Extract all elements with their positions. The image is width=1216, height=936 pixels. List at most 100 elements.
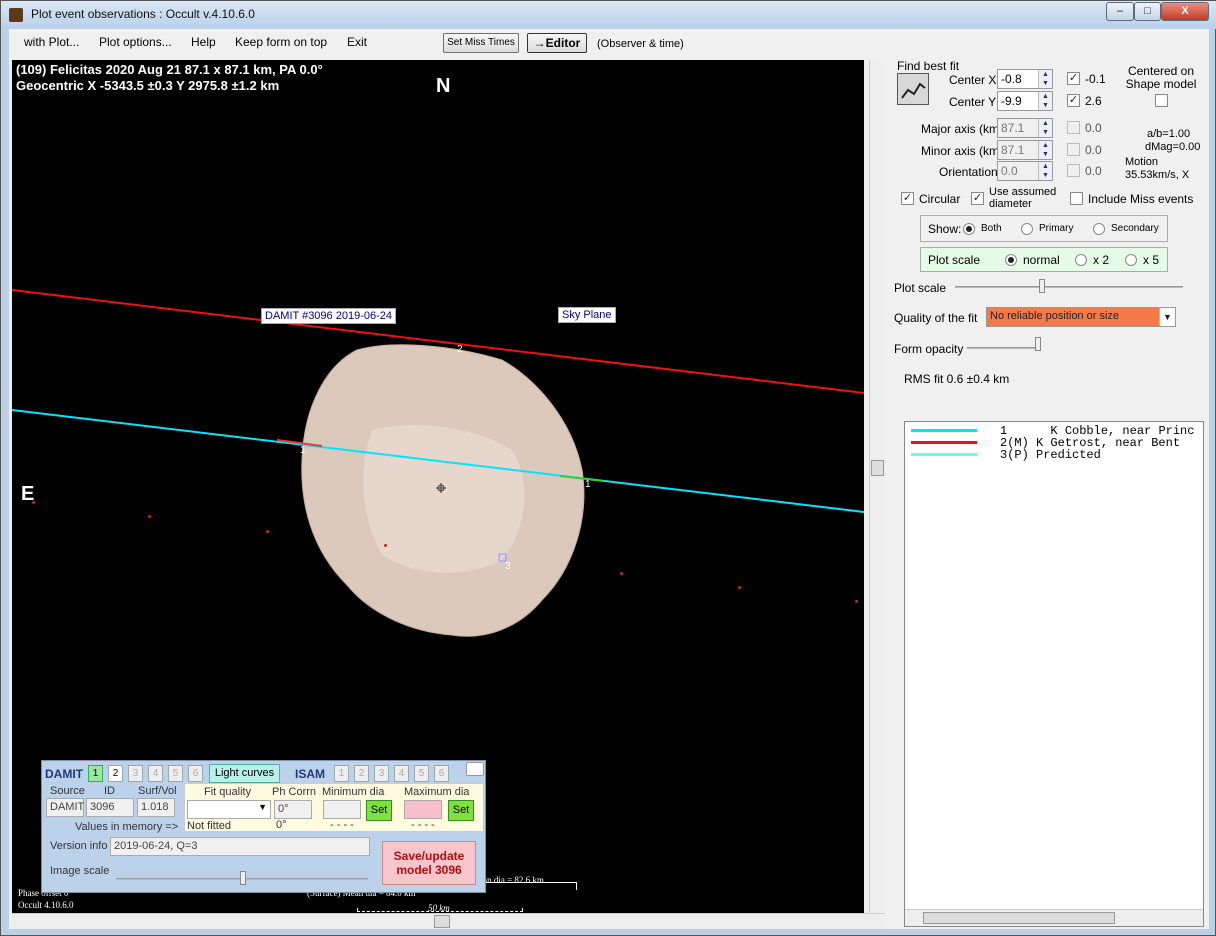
maximize-button[interactable]: □ [1134, 2, 1161, 21]
plot-horizontal-scrollbar[interactable] [12, 913, 885, 929]
spinner-arrows-icon[interactable]: ▲ ▼ [1038, 92, 1052, 110]
menu-keep-on-top[interactable]: Keep form on top [235, 35, 327, 49]
find-best-fit-button[interactable] [897, 73, 929, 105]
version-info-field: 2019-06-24, Q=3 [110, 837, 370, 856]
ph-corrn-label: Ph Corrn [272, 786, 317, 798]
spinner-arrows-icon[interactable]: ▲ ▼ [1038, 70, 1052, 88]
scale-normal-radio[interactable] [1005, 254, 1017, 266]
hscroll-thumb[interactable] [434, 915, 450, 928]
legend-hscroll-thumb[interactable] [923, 912, 1115, 924]
isam-model-4-button[interactable]: 4 [394, 765, 409, 782]
isam-model-1-button[interactable]: 1 [334, 765, 349, 782]
isam-model-3-button[interactable]: 3 [374, 765, 389, 782]
legend-horizontal-scrollbar[interactable] [905, 909, 1203, 926]
center-x-checkbox[interactable]: ✓ [1067, 72, 1080, 85]
vscroll-thumb[interactable] [871, 460, 884, 476]
plot-canvas[interactable]: (109) Felicitas 2020 Aug 21 87.1 x 87.1 … [12, 60, 864, 913]
damit-model-3-button[interactable]: 3 [128, 765, 143, 782]
observer-legend-list[interactable]: 1 K Cobble, near Princ 2(M) K Getrost, n… [904, 421, 1204, 927]
min-dia-field[interactable] [323, 800, 361, 819]
min-dia-set-button[interactable]: Set [366, 800, 392, 821]
show-secondary-radio[interactable] [1093, 223, 1105, 235]
scale-x2-radio[interactable] [1075, 254, 1087, 266]
light-curves-button[interactable]: Light curves [209, 764, 280, 783]
orientation-checkbox[interactable] [1067, 164, 1080, 177]
ph-corrn-memory: 0° [276, 819, 287, 831]
editor-button[interactable]: →Editor [527, 33, 587, 53]
max-dia-memory: - - - - [411, 819, 435, 831]
set-miss-times-button[interactable]: Set Miss Times [443, 33, 519, 53]
motion-value: 35.53km/s, X [1125, 169, 1190, 181]
show-primary-label: Primary [1039, 223, 1074, 234]
major-axis-input[interactable]: 87.1 ▲ ▼ [997, 118, 1053, 138]
orientation-label: Orientation [939, 165, 998, 179]
damit-model-4-button[interactable]: 4 [148, 765, 163, 782]
legend-line-3 [911, 453, 977, 456]
close-button[interactable]: X [1161, 2, 1209, 21]
menu-with-plot[interactable]: with Plot... [24, 35, 79, 49]
minor-axis-checkbox[interactable] [1067, 143, 1080, 156]
plot-vertical-scrollbar[interactable] [869, 60, 885, 913]
miss-point [266, 530, 269, 533]
minor-axis-input[interactable]: 87.1 ▲ ▼ [997, 140, 1053, 160]
orientation-input[interactable]: 0.0 ▲ ▼ [997, 161, 1053, 181]
scale-x5-label: x 5 [1143, 253, 1160, 267]
menu-help[interactable]: Help [191, 35, 216, 49]
circular-checkbox[interactable]: ✓ [901, 192, 914, 205]
center-x-input[interactable]: -0.8 ▲ ▼ [997, 69, 1053, 89]
show-group: Show: Both Primary Secondary [920, 215, 1168, 242]
spinner-arrows-icon[interactable]: ▲ ▼ [1038, 119, 1052, 137]
event-header-line2: Geocentric X -5343.5 ±0.3 Y 2975.8 ±1.2 … [16, 78, 280, 93]
surfvol-label: Surf/Vol [138, 785, 177, 797]
chord-label-1-left: 1 [300, 445, 306, 456]
show-label: Show: [928, 222, 962, 236]
quality-of-fit-dropdown[interactable]: No reliable position or size ▼ [986, 307, 1176, 327]
fit-quality-dropdown[interactable]: ▼ [187, 800, 271, 819]
minimize-button[interactable]: – [1106, 2, 1134, 21]
damit-model-1-button[interactable]: 1 [88, 765, 103, 782]
center-y-checkbox[interactable]: ✓ [1067, 94, 1080, 107]
centered-on-shape-checkbox[interactable] [1155, 94, 1168, 107]
isam-model-5-button[interactable]: 5 [414, 765, 429, 782]
max-dia-set-button[interactable]: Set [448, 800, 474, 821]
damit-model-6-button[interactable]: 6 [188, 765, 203, 782]
major-axis-checkbox[interactable] [1067, 121, 1080, 134]
panel-collapse-button[interactable] [466, 762, 484, 776]
damit-model-label: DAMIT #3096 2019-06-24 [261, 308, 396, 324]
menu-plot-options[interactable]: Plot options... [99, 35, 172, 49]
isam-model-2-button[interactable]: 2 [354, 765, 369, 782]
major-axis-value: 87.1 [1001, 121, 1025, 135]
minor-axis-output: 0.0 [1085, 143, 1102, 157]
show-both-radio[interactable] [963, 223, 975, 235]
damit-model-2-button[interactable]: 2 [108, 765, 123, 782]
ph-corrn-field[interactable]: 0° [274, 800, 312, 819]
shape-model-panel: DAMIT 1 2 3 4 5 6 Light curves ISAM 1 2 … [41, 760, 486, 893]
spinner-arrows-icon[interactable]: ▲ ▼ [1038, 141, 1052, 159]
menu-bar: with Plot... Plot options... Help Keep f… [9, 29, 894, 57]
app-icon [9, 8, 23, 22]
isam-model-6-button[interactable]: 6 [434, 765, 449, 782]
fit-controls-panel: Find best fit Center X -0.8 ▲ ▼ ✓ -0.1 Cen… [889, 57, 1209, 929]
plot-scale-slider[interactable] [1039, 279, 1045, 293]
scale-bar [357, 908, 523, 912]
save-update-model-button[interactable]: Save/update model 3096 [382, 841, 476, 885]
center-y-input[interactable]: -9.9 ▲ ▼ [997, 91, 1053, 111]
center-y-label: Center Y [949, 95, 997, 109]
version-info-label: Version info [50, 840, 108, 852]
image-scale-slider[interactable] [240, 871, 246, 885]
spinner-arrows-icon[interactable]: ▲ ▼ [1038, 162, 1052, 180]
sky-plane-label: Sky Plane [558, 307, 616, 323]
rms-fit-label: RMS fit 0.6 ±0.4 km [904, 372, 1010, 386]
max-dia-field[interactable] [404, 800, 442, 819]
miss-point [855, 600, 858, 603]
source-label: Source [50, 785, 85, 797]
include-miss-checkbox[interactable] [1070, 192, 1083, 205]
fit-quality-label: Fit quality [204, 786, 252, 798]
use-assumed-checkbox[interactable]: ✓ [971, 192, 984, 205]
menu-exit[interactable]: Exit [347, 35, 367, 49]
plot-scale-group: Plot scale normal x 2 x 5 [920, 247, 1168, 272]
damit-model-5-button[interactable]: 5 [168, 765, 183, 782]
scale-x5-radio[interactable] [1125, 254, 1137, 266]
show-primary-radio[interactable] [1021, 223, 1033, 235]
form-opacity-slider[interactable] [1035, 337, 1041, 351]
